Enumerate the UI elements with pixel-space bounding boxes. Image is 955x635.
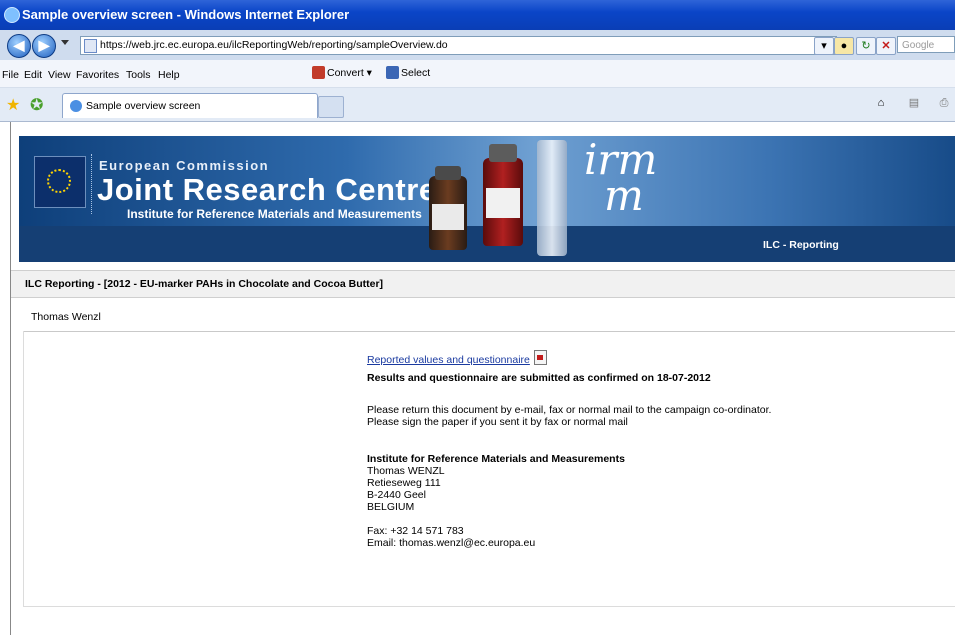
- instruction-line: Please sign the paper if you sent it by …: [367, 416, 628, 428]
- menu-favorites[interactable]: Favorites: [76, 69, 119, 81]
- address-url[interactable]: https://web.jrc.ec.europa.eu/ilcReportin…: [100, 39, 448, 51]
- select-icon: [386, 66, 399, 79]
- banner-ec: European Commission: [99, 158, 270, 173]
- tab-sample-overview[interactable]: Sample overview screen: [62, 93, 318, 118]
- submission-details: Reported values and questionnaire Result…: [367, 350, 887, 549]
- home-icon[interactable]: ⌂: [872, 95, 890, 111]
- recent-pages-dropdown-icon[interactable]: [61, 40, 69, 45]
- page-content: European Commission Joint Research Centr…: [10, 122, 955, 635]
- tab-label: Sample overview screen: [86, 100, 201, 112]
- print-icon[interactable]: ⎙: [935, 95, 953, 111]
- address-bar[interactable]: https://web.jrc.ec.europa.eu/ilcReportin…: [80, 36, 837, 55]
- select-button[interactable]: Select: [386, 66, 430, 79]
- banner-institute: Institute for Reference Materials and Me…: [127, 207, 422, 221]
- search-input[interactable]: Google: [897, 36, 955, 53]
- ie-icon: [4, 7, 20, 23]
- user-name: Thomas Wenzl: [31, 311, 101, 323]
- page-icon: [84, 39, 97, 53]
- back-button[interactable]: ◀: [7, 34, 31, 58]
- page-title: ILC Reporting - [2012 - EU-marker PAHs i…: [25, 278, 384, 290]
- address-line: Thomas WENZL: [367, 465, 445, 477]
- eu-flag-logo: [34, 156, 86, 208]
- reported-values-link[interactable]: Reported values and questionnaire: [367, 354, 530, 366]
- address-toolbar: ◀ ▶ https://web.jrc.ec.europa.eu/ilcRepo…: [0, 30, 955, 60]
- favorites-star-icon[interactable]: ★: [6, 95, 20, 115]
- status-message: Results and questionnaire are submitted …: [367, 372, 711, 384]
- ie-tab-icon: [70, 100, 82, 112]
- feeds-icon[interactable]: ▤: [905, 95, 923, 111]
- menu-edit[interactable]: Edit: [24, 69, 42, 81]
- refresh-icon[interactable]: ↻: [856, 37, 876, 55]
- fax-number: Fax: +32 14 571 783: [367, 525, 464, 537]
- bottle-image: [483, 144, 523, 246]
- instruction-line: Please return this document by e-mail, f…: [367, 404, 772, 416]
- pdf-icon[interactable]: [533, 350, 547, 365]
- address-organisation: Institute for Reference Materials and Me…: [367, 453, 625, 465]
- app-label: ILC - Reporting: [763, 239, 839, 251]
- stop-icon[interactable]: ✕: [876, 37, 896, 55]
- menu-tools[interactable]: Tools: [126, 69, 151, 81]
- tab-bar: ★ ✪ Sample overview screen ⌂ ▤ ⎙: [0, 88, 955, 122]
- address-line: B-2440 Geel: [367, 489, 426, 501]
- forward-button[interactable]: ▶: [32, 34, 56, 58]
- window-titlebar: Sample overview screen - Windows Interne…: [0, 0, 955, 30]
- vial-image: [537, 140, 567, 256]
- irmm-logo: irm m: [584, 136, 658, 220]
- menu-view[interactable]: View: [48, 69, 71, 81]
- address-dropdown-icon[interactable]: ▾: [814, 37, 834, 55]
- menu-bar: File Edit View Favorites Tools Help Conv…: [0, 60, 955, 88]
- email-address: Email: thomas.wenzl@ec.europa.eu: [367, 537, 536, 549]
- add-favorites-icon[interactable]: ✪: [30, 95, 43, 115]
- menu-file[interactable]: File: [2, 69, 19, 81]
- window-title: Sample overview screen - Windows Interne…: [22, 7, 350, 22]
- new-tab-button[interactable]: [318, 96, 344, 118]
- banner-jrc: Joint Research Centre: [97, 172, 437, 207]
- menu-help[interactable]: Help: [158, 69, 180, 81]
- convert-button[interactable]: Convert ▾: [312, 66, 372, 79]
- page-header-bar: ILC Reporting - [2012 - EU-marker PAHs i…: [11, 270, 955, 298]
- jrc-banner: European Commission Joint Research Centr…: [19, 136, 955, 262]
- convert-icon: [312, 66, 325, 79]
- bottle-image: [429, 166, 467, 250]
- address-line: BELGIUM: [367, 501, 415, 513]
- address-line: Retieseweg 111: [367, 477, 441, 489]
- lock-icon[interactable]: ●: [834, 37, 854, 55]
